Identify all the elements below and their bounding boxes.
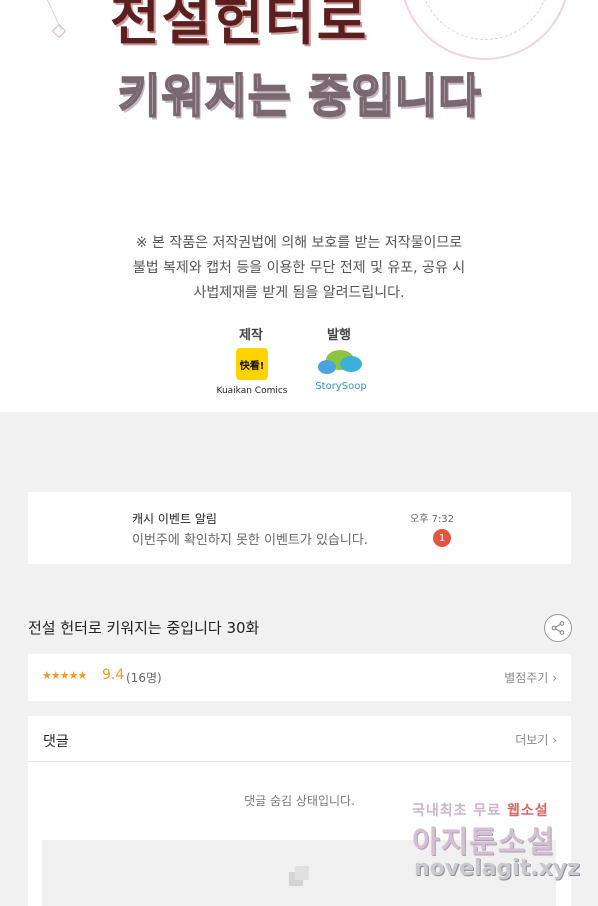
notice-line-1: ※ 본 작품은 저작권법에 의해 보호를 받는 저작물이므로	[135, 235, 463, 251]
copyright-notice: ※ 본 작품은 저작권법에 의해 보호를 받는 저작물이므로 불법 복제와 캡처…	[0, 231, 598, 306]
rating-stars: ★★★★★	[42, 669, 87, 682]
storysoop-logo	[318, 350, 364, 380]
event-notification[interactable]: 캐시 이벤트 알림 이번주에 확인하지 못한 이벤트가 있습니다. 오후 7:3…	[28, 492, 571, 564]
kuaikan-logo-name: Kuaikan Comics	[216, 386, 288, 396]
share-icon	[551, 621, 565, 635]
event-time: 오후 7:32	[410, 514, 455, 525]
rating-bar: ★★★★★ 9.4 (16명) 별점주기 ›	[28, 654, 571, 701]
watermark-line-2: 아지툰소설	[412, 825, 555, 860]
cover-area: 전설헌터로 키워지는 중입니다 ※ 본 작품은 저작권법에 의해 보호를 받는 …	[0, 0, 598, 412]
decorative-line	[47, 0, 87, 30]
comments-header: 댓글 더보기 ›	[28, 716, 571, 762]
notice-line-3: 사법제재를 받게 됨을 알려드립니다.	[193, 285, 405, 301]
placeholder-image-icon	[289, 866, 309, 886]
production-label: 제작	[239, 328, 263, 343]
cover-title-top: 전설헌터로	[110, 0, 369, 52]
more-label: 더보기	[515, 733, 549, 747]
rate-button[interactable]: 별점주기 ›	[504, 669, 557, 686]
storysoop-logo-name: StorySoop	[315, 381, 367, 392]
event-message: 이번주에 확인하지 못한 이벤트가 있습니다.	[132, 533, 368, 548]
chevron-right-icon: ›	[552, 733, 557, 747]
comments-more-button[interactable]: 더보기 ›	[515, 731, 557, 748]
rate-button-label: 별점주기	[504, 671, 549, 685]
comments-title: 댓글	[43, 734, 69, 750]
notice-line-2: 불법 복제와 캡처 등을 이용한 무단 전제 및 유포, 공유 시	[132, 260, 466, 276]
rating-count: (16명)	[126, 671, 162, 685]
chevron-right-icon: ›	[552, 671, 557, 685]
cover-title-sub: 키워지는 중입니다	[117, 68, 482, 124]
share-button[interactable]	[544, 614, 572, 642]
kuaikan-logo: 快看!	[236, 348, 268, 380]
watermark-line-3: novelagit.xyz	[414, 856, 580, 881]
publisher-label: 발행	[327, 328, 351, 343]
rating-score: 9.4	[102, 667, 125, 683]
episode-title: 전설 헌터로 키워지는 중입니다 30화	[28, 619, 260, 637]
event-badge: 1	[433, 529, 451, 547]
event-title: 캐시 이벤트 알림	[132, 512, 217, 526]
